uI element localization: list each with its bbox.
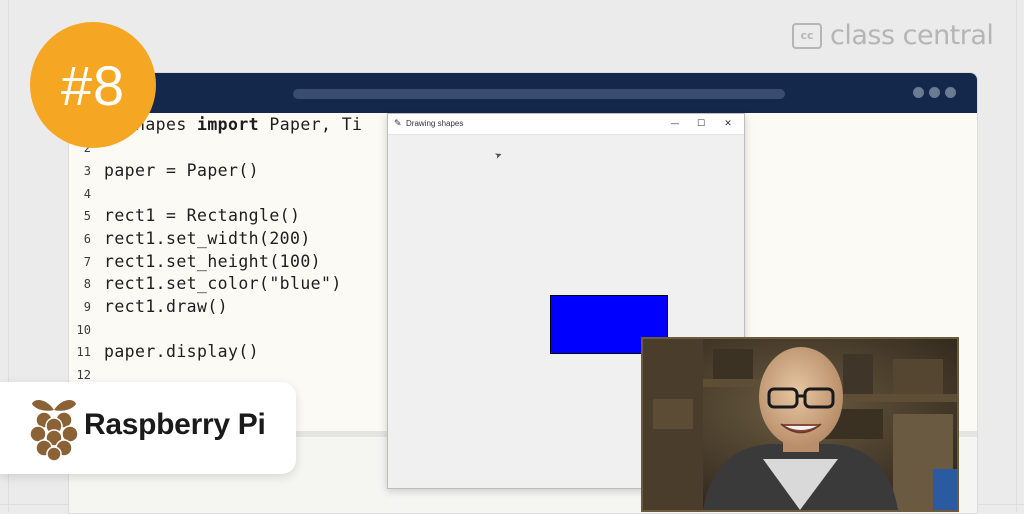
code-line[interactable]: 10	[69, 318, 104, 341]
window-title: Drawing shapes	[406, 119, 464, 128]
line-number: 11	[76, 344, 91, 359]
code-text: rect1.draw()	[104, 297, 229, 316]
window-dot-icon[interactable]	[913, 87, 924, 98]
code-line[interactable]: 6 rect1.set_width(200)	[69, 227, 311, 250]
episode-badge: #8	[30, 22, 156, 148]
class-central-logo-mark: cc	[792, 22, 822, 49]
presenter-video-frame	[643, 339, 957, 510]
class-central-logo-text: class central	[830, 20, 994, 51]
line-number: 6	[83, 231, 91, 246]
code-text: rect1 = Rectangle()	[104, 206, 301, 225]
raspberry-pi-logo-icon	[29, 400, 79, 462]
webcam-video	[641, 337, 959, 512]
line-number: 3	[83, 163, 91, 178]
raspberry-pi-card: Raspberry Pi	[0, 382, 296, 474]
code-line[interactable]: 5 rect1 = Rectangle()	[69, 204, 300, 227]
code-line[interactable]: 11 paper.display()	[69, 340, 259, 363]
editor-title-bar	[69, 73, 977, 113]
line-number: 4	[83, 186, 91, 201]
mouse-cursor-icon: ➤	[493, 150, 505, 162]
minimize-button[interactable]: —	[662, 116, 688, 132]
class-central-logo: cc class central	[792, 20, 994, 51]
editor-address-bar	[293, 89, 785, 99]
maximize-button[interactable]: ☐	[688, 116, 714, 132]
code-line[interactable]: 3 paper = Paper()	[69, 159, 259, 182]
code-line[interactable]: 4	[69, 182, 104, 205]
episode-number: #8	[60, 53, 126, 117]
line-number: 9	[83, 299, 91, 314]
tk-feather-icon: ✎	[394, 119, 402, 129]
line-number: 7	[83, 254, 91, 269]
code-line[interactable]: 9 rect1.draw()	[69, 295, 228, 318]
code-text: paper.display()	[104, 342, 260, 361]
line-number: 12	[76, 367, 91, 382]
window-dot-icon[interactable]	[929, 87, 940, 98]
line-number: 5	[83, 208, 91, 223]
code-text: rect1.set_height(100)	[104, 252, 322, 271]
line-number: 8	[83, 276, 91, 291]
code-line[interactable]: 8 rect1.set_color("blue")	[69, 272, 342, 295]
code-text: rect1.set_width(200)	[104, 229, 311, 248]
window-title-bar[interactable]: ✎ Drawing shapes — ☐ ✕	[388, 114, 744, 135]
code-line[interactable]: 7 rect1.set_height(100)	[69, 250, 321, 273]
raspberry-pi-label: Raspberry Pi	[84, 408, 266, 441]
line-number: 10	[76, 322, 91, 337]
close-button[interactable]: ✕	[715, 116, 741, 132]
window-dot-icon[interactable]	[945, 87, 956, 98]
code-text: rect1.set_color("blue")	[104, 274, 342, 293]
code-text: paper = Paper()	[104, 161, 260, 180]
